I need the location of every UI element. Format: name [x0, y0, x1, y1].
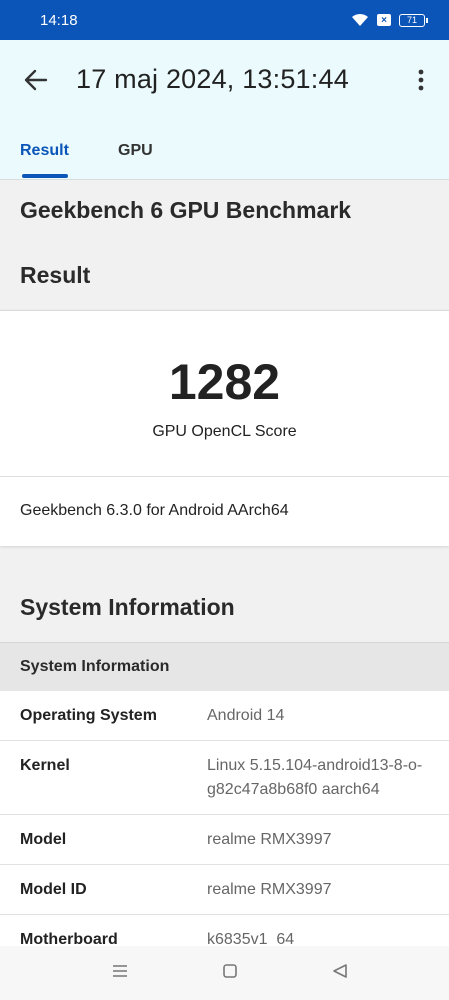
tab-indicator [22, 174, 68, 178]
notification-x-icon: × [377, 14, 391, 26]
version-text: Geekbench 6.3.0 for Android AArch64 [20, 502, 289, 519]
tab-gpu[interactable]: GPU [118, 142, 153, 160]
row-value: realme RMX3997 [207, 831, 332, 848]
divider [0, 476, 449, 477]
row-key: Model ID [20, 881, 87, 898]
row-value: realme RMX3997 [207, 881, 332, 898]
table-header: System Information [0, 643, 449, 691]
system-navigation-bar [0, 946, 449, 1000]
table-row: Model ID realme RMX3997 [0, 865, 449, 915]
more-options-icon[interactable] [416, 68, 426, 92]
table-row: Model realme RMX3997 [0, 815, 449, 865]
row-value: Linux 5.15.104-android13-8-o-g82c47a8b68… [207, 757, 423, 798]
table-row: Kernel Linux 5.15.104-android13-8-o-g82c… [0, 741, 449, 815]
row-value: Android 14 [207, 707, 285, 724]
system-information-heading: System Information [20, 594, 235, 620]
home-icon[interactable] [222, 963, 238, 979]
back-icon[interactable] [331, 963, 349, 979]
table-row: Operating System Android 14 [0, 691, 449, 741]
wifi-icon [352, 13, 368, 26]
score-card: 1282 GPU OpenCL Score Geekbench 6.3.0 fo… [0, 310, 449, 546]
battery-level: 71 [406, 15, 417, 25]
row-key: Model [20, 831, 67, 848]
status-time: 14:18 [40, 11, 78, 29]
system-information-table: System Information Operating System Andr… [0, 642, 449, 965]
row-key: Operating System [20, 707, 157, 724]
row-key: Kernel [20, 757, 70, 774]
score-label: GPU OpenCL Score [152, 423, 297, 440]
menu-icon[interactable] [111, 963, 129, 979]
battery-icon: 71 [399, 13, 428, 27]
result-heading: Result [20, 262, 91, 288]
benchmark-title: Geekbench 6 GPU Benchmark [20, 197, 352, 223]
tab-result[interactable]: Result [20, 142, 69, 160]
status-icons: × 71 [351, 13, 428, 27]
page-title: 17 maj 2024, 13:51:44 [76, 64, 349, 94]
back-arrow-icon[interactable] [22, 66, 50, 94]
app-bar: 17 maj 2024, 13:51:44 Result GPU [0, 40, 449, 180]
tab-bar: Result GPU [0, 138, 449, 180]
score-value: 1282 [168, 354, 281, 410]
status-bar: 14:18 × 71 [0, 0, 449, 40]
